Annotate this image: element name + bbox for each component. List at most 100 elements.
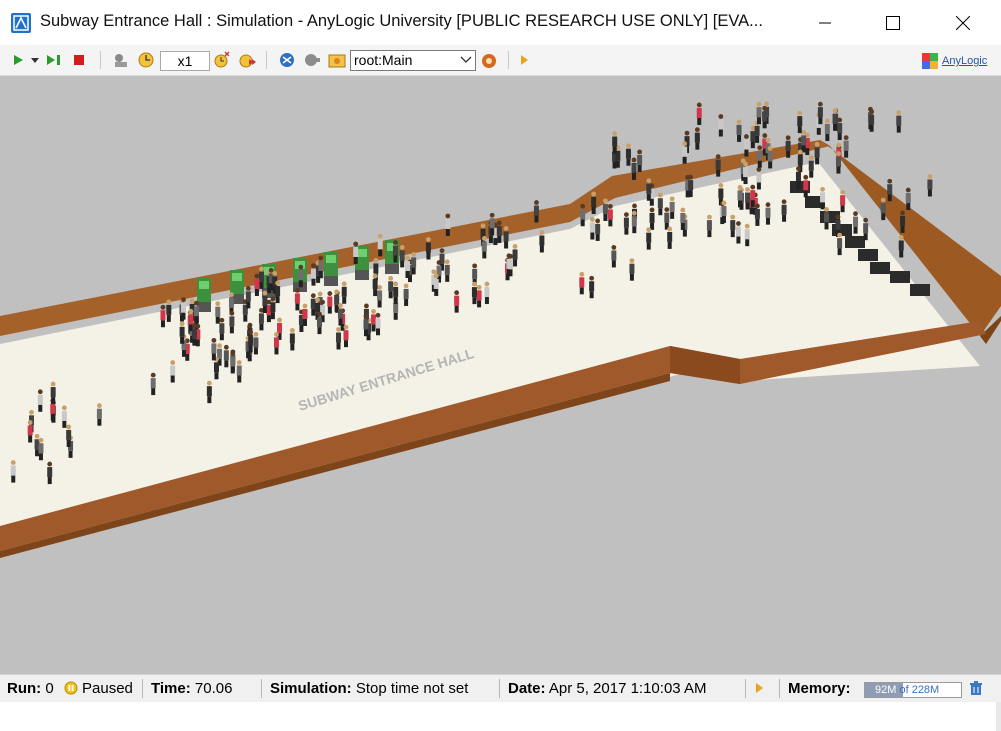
maximize-icon[interactable] <box>870 0 916 45</box>
pedestrian <box>403 283 409 306</box>
navigate-icon[interactable] <box>276 50 298 70</box>
pedestrian <box>445 213 451 236</box>
model-select[interactable]: root:Main <box>350 50 476 71</box>
pedestrian <box>392 240 398 263</box>
pedestrian <box>797 110 803 134</box>
status-bar: Run: 0 Paused Time: 70.06 Simulation: St… <box>0 674 1001 702</box>
model-select-value: root:Main <box>354 52 413 68</box>
pedestrian <box>680 207 686 231</box>
pedestrian <box>150 372 156 396</box>
pedestrian <box>37 389 43 412</box>
pedestrian <box>377 285 383 308</box>
title-bar: Subway Entrance Hall : Simulation - AnyL… <box>0 0 1001 45</box>
pedestrian <box>580 203 586 227</box>
pedestrian <box>664 207 670 230</box>
faster-icon[interactable] <box>236 50 258 70</box>
pedestrian <box>310 263 316 286</box>
pedestrian <box>254 273 260 296</box>
layers-icon[interactable] <box>478 50 500 70</box>
pedestrian <box>736 119 742 142</box>
pedestrian <box>754 203 760 226</box>
time-value: 70.06 <box>194 680 233 697</box>
pedestrian <box>667 226 673 249</box>
run-dropdown-icon[interactable] <box>30 50 40 70</box>
agent-icon[interactable] <box>301 50 323 70</box>
pedestrian <box>595 218 601 241</box>
pedestrian <box>602 198 608 221</box>
pedestrian <box>824 118 830 142</box>
pedestrian <box>262 290 268 314</box>
pedestrian <box>696 102 702 125</box>
pedestrian <box>341 281 347 304</box>
pedestrian <box>682 141 688 164</box>
pedestrian <box>756 101 762 125</box>
pedestrian <box>579 271 585 295</box>
run-icon[interactable] <box>10 50 26 70</box>
pedestrian <box>745 187 751 210</box>
pedestrian <box>298 264 304 288</box>
folder-icon[interactable] <box>326 50 348 70</box>
close-icon[interactable] <box>940 0 986 45</box>
pedestrian <box>721 200 727 223</box>
more-icon[interactable] <box>516 50 532 70</box>
pedestrian <box>869 109 875 132</box>
pedestrian <box>824 207 830 230</box>
pedestrian <box>898 235 904 258</box>
pedestrian <box>481 236 487 259</box>
pedestrian <box>179 321 185 344</box>
status-more-icon[interactable] <box>754 681 764 698</box>
stop-icon[interactable] <box>70 50 88 70</box>
pedestrian <box>399 244 405 268</box>
pedestrian <box>744 223 750 247</box>
pedestrian <box>688 174 694 198</box>
trash-icon[interactable] <box>969 681 983 700</box>
experiment-icon[interactable] <box>110 50 132 70</box>
pedestrian <box>318 255 324 278</box>
pedestrian <box>230 351 236 374</box>
pedestrian <box>248 329 254 353</box>
pedestrian <box>170 360 176 383</box>
run-label: Run: <box>7 680 42 697</box>
clock-icon[interactable] <box>135 50 157 70</box>
pedestrian <box>258 266 264 289</box>
pedestrian <box>219 317 225 341</box>
pedestrian <box>337 303 343 326</box>
pedestrian <box>316 311 322 335</box>
pedestrian <box>245 285 251 309</box>
pedestrian <box>404 255 410 279</box>
pedestrian <box>905 187 911 211</box>
pedestrian <box>756 167 762 190</box>
pedestrian <box>425 237 431 260</box>
pedestrian <box>47 461 53 485</box>
pedestrian <box>649 207 655 230</box>
pedestrian <box>612 131 618 154</box>
pedestrian <box>270 296 276 320</box>
date-label: Date: <box>508 680 546 697</box>
pedestrian <box>694 127 700 150</box>
anylogic-brand-link[interactable]: AnyLogic <box>942 55 987 67</box>
pedestrian <box>785 135 791 158</box>
pedestrian <box>327 291 333 314</box>
pedestrian <box>631 157 637 180</box>
pedestrian <box>66 424 72 447</box>
pedestrian <box>880 197 886 221</box>
pedestrian <box>444 259 450 282</box>
pedestrian <box>730 214 736 238</box>
pedestrian <box>484 281 490 305</box>
pedestrian <box>61 405 67 428</box>
simulation-canvas[interactable]: SUBWAY ENTRANCE HALL EXIT <box>0 76 1001 731</box>
slower-icon[interactable] <box>210 50 232 70</box>
state-text: Paused <box>82 680 133 697</box>
memory-bar: 92M of 228M <box>864 682 962 698</box>
date-value: Apr 5, 2017 1:10:03 AM <box>548 680 707 697</box>
speed-box[interactable]: x1 <box>160 51 210 71</box>
pedestrian <box>211 337 217 361</box>
pedestrian <box>832 108 838 131</box>
anylogic-logo[interactable]: AnyLogic <box>922 52 987 70</box>
toolbar: x1 root:Main <box>0 45 1001 76</box>
turnstile <box>197 278 211 312</box>
memory-used: 92M <box>875 684 897 696</box>
minimize-icon[interactable] <box>802 0 848 45</box>
step-icon[interactable] <box>44 50 64 70</box>
pedestrian <box>927 174 933 197</box>
